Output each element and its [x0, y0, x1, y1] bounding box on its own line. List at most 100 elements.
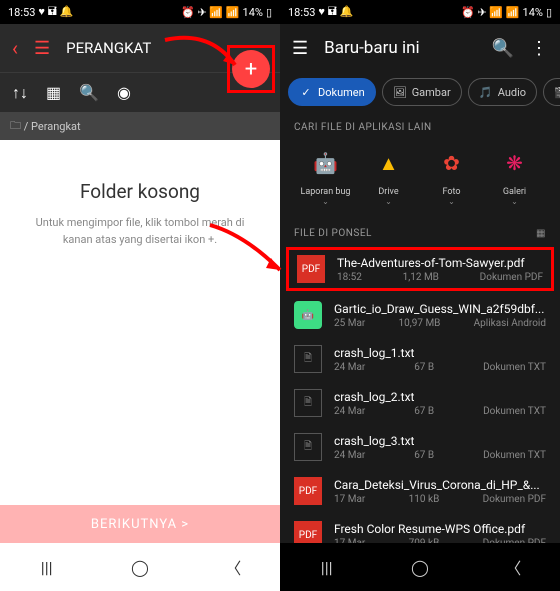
folder-icon: 🗀	[10, 117, 21, 136]
section-apps-header: CARI FILE DI APLIKASI LAIN	[280, 112, 560, 139]
section-files-header: FILE DI PONSEL ▦	[280, 218, 560, 245]
chip-icon: 🖼	[393, 85, 407, 99]
file-type-icon: 🗎	[294, 433, 322, 461]
file-date: 24 Mar	[334, 450, 365, 461]
file-row[interactable]: 🗎 crash_log_1.txt 24 Mar 67 B Dokumen TXT	[280, 337, 560, 381]
file-type-icon: PDF	[294, 477, 322, 505]
file-type-icon: 🗎	[294, 345, 322, 373]
file-type: Dokumen TXT	[483, 406, 546, 417]
chip-icon: 🎬	[554, 85, 560, 99]
filter-chip-gambar[interactable]: 🖼Gambar	[382, 78, 462, 106]
nav-home[interactable]: ◯	[410, 557, 430, 577]
nav-bar: ||| ◯ 〈	[0, 543, 280, 591]
app-galeri[interactable]: ❋Galeri⌄	[483, 145, 546, 206]
status-icons-left: ♥ 🖬 🔔	[38, 3, 73, 22]
app-laporan-bug[interactable]: 🤖Laporan bug⌄	[294, 145, 357, 206]
empty-state: Folder kosong Untuk mengimpor file, klik…	[0, 140, 280, 520]
file-row[interactable]: 🤖 Gartic_io_Draw_Guess_WIN_a2f59dbf... 25 …	[280, 293, 560, 337]
filter-chip-audio[interactable]: 🎵Audio	[468, 78, 537, 106]
file-row[interactable]: PDF The-Adventures-of-Tom-Sawyer.pdf 18:52…	[286, 247, 554, 291]
file-date: 18:52	[337, 272, 362, 283]
file-type: Dokumen TXT	[483, 450, 546, 461]
app-foto[interactable]: ✿Foto⌄	[420, 145, 483, 206]
filter-chips: ✓Dokumen🖼Gambar🎵Audio 🎬Video	[280, 72, 560, 112]
app-label: Foto	[420, 187, 483, 197]
file-type: Aplikasi Android	[474, 318, 546, 329]
file-date: 24 Mar	[334, 406, 365, 417]
status-bar: 18:53♥ 🖬 🔔 ⏰ ✈ 📶 📶14%▯	[280, 0, 560, 24]
file-name: crash_log_3.txt	[334, 434, 546, 448]
file-name: Cara_Deteksi_Virus_Corona_di_HP_&...	[334, 478, 546, 492]
back-icon[interactable]: ‹	[12, 36, 18, 60]
app-icon: ✿	[434, 145, 470, 181]
status-icons-right: ⏰ ✈ 📶 📶	[181, 6, 240, 19]
file-size: 10,97 MB	[395, 318, 443, 329]
nav-back[interactable]: 〈	[223, 557, 243, 577]
file-size: 67 B	[395, 406, 453, 417]
file-picker-header: ☰ Baru-baru ini 🔍 ⋮	[280, 24, 560, 72]
file-row[interactable]: PDF Cara_Deteksi_Virus_Corona_di_HP_&... 1…	[280, 469, 560, 513]
status-battery: 14%	[243, 6, 263, 19]
file-size: 110 kB	[395, 494, 452, 505]
file-size: 67 B	[395, 362, 453, 373]
chip-icon: ✓	[299, 85, 313, 99]
file-list: PDF The-Adventures-of-Tom-Sawyer.pdf 18:52…	[280, 247, 560, 557]
app-icon: ❋	[497, 145, 533, 181]
app-icon: ▲	[371, 145, 407, 181]
file-row[interactable]: 🗎 crash_log_2.txt 24 Mar 67 B Dokumen TXT	[280, 381, 560, 425]
search-icon[interactable]: 🔍	[492, 38, 514, 59]
empty-title: Folder kosong	[0, 180, 280, 203]
file-name: crash_log_2.txt	[334, 390, 546, 404]
breadcrumb[interactable]: 🗀 / Perangkat	[0, 112, 280, 140]
app-label: Galeri	[483, 187, 546, 197]
file-name: Fresh Color Resume-WPS Office.pdf	[334, 522, 546, 536]
file-row[interactable]: 🗎 crash_log_3.txt 24 Mar 67 B Dokumen TXT	[280, 425, 560, 469]
file-date: 25 Mar	[334, 318, 365, 329]
more-icon[interactable]: ⋮	[530, 38, 548, 59]
file-type: Dokumen PDF	[483, 494, 546, 505]
status-bar: 18:53♥ 🖬 🔔 ⏰ ✈ 📶 📶14%▯	[0, 0, 280, 24]
battery-icon: ▯	[546, 6, 552, 19]
filter-chip-video[interactable]: 🎬Video	[543, 78, 560, 106]
view-grid-icon[interactable]: ▦	[536, 228, 546, 239]
empty-description: Untuk mengimpor file, klik tombol merah …	[0, 215, 280, 248]
file-type-icon: PDF	[297, 255, 325, 283]
menu-icon[interactable]: ☰	[34, 38, 50, 59]
app-drive[interactable]: ▲Drive⌄	[357, 145, 420, 206]
status-time: 18:53	[8, 6, 35, 19]
menu-icon[interactable]: ☰	[292, 38, 308, 59]
sort-icon[interactable]: ↑↓	[12, 83, 28, 103]
status-icons-right: ⏰ ✈ 📶 📶	[461, 6, 520, 19]
add-fab-button[interactable]: +	[232, 50, 270, 88]
file-size: 1,12 MB	[392, 272, 450, 283]
select-all-icon[interactable]: ◉	[117, 83, 131, 102]
battery-icon: ▯	[266, 6, 272, 19]
screen-right: 18:53♥ 🖬 🔔 ⏰ ✈ 📶 📶14%▯ ☰ Baru-baru ini 🔍…	[280, 0, 560, 591]
next-button[interactable]: BERIKUTNYA >	[0, 505, 280, 543]
nav-recents[interactable]: |||	[317, 557, 337, 577]
file-name: crash_log_1.txt	[334, 346, 546, 360]
filter-chip-dokumen[interactable]: ✓Dokumen	[288, 78, 376, 106]
app-label: Laporan bug	[294, 187, 357, 197]
file-name: Gartic_io_Draw_Guess_WIN_a2f59dbf...	[334, 302, 546, 316]
nav-recents[interactable]: |||	[37, 557, 57, 577]
search-icon[interactable]: 🔍	[79, 83, 99, 102]
file-date: 24 Mar	[334, 362, 365, 373]
file-type: Dokumen TXT	[483, 362, 546, 373]
app-label: Drive	[357, 187, 420, 197]
status-time: 18:53	[288, 6, 315, 19]
nav-home[interactable]: ◯	[130, 557, 150, 577]
screen-left: 18:53♥ 🖬 🔔 ⏰ ✈ 📶 📶14%▯ ‹ ☰ PERANGKAT + ↑…	[0, 0, 280, 591]
file-date: 17 Mar	[334, 494, 365, 505]
file-size: 67 B	[395, 450, 453, 461]
file-name: The-Adventures-of-Tom-Sawyer.pdf	[337, 256, 543, 270]
app-icon: 🤖	[308, 145, 344, 181]
status-icons-left: ♥ 🖬 🔔	[318, 3, 353, 22]
file-type-icon: 🤖	[294, 301, 322, 329]
nav-back[interactable]: 〈	[503, 557, 523, 577]
grid-icon[interactable]: ▦	[46, 83, 61, 102]
header-title: Baru-baru ini	[324, 38, 475, 58]
status-battery: 14%	[523, 6, 543, 19]
chip-icon: 🎵	[479, 85, 493, 99]
file-type-icon: 🗎	[294, 389, 322, 417]
